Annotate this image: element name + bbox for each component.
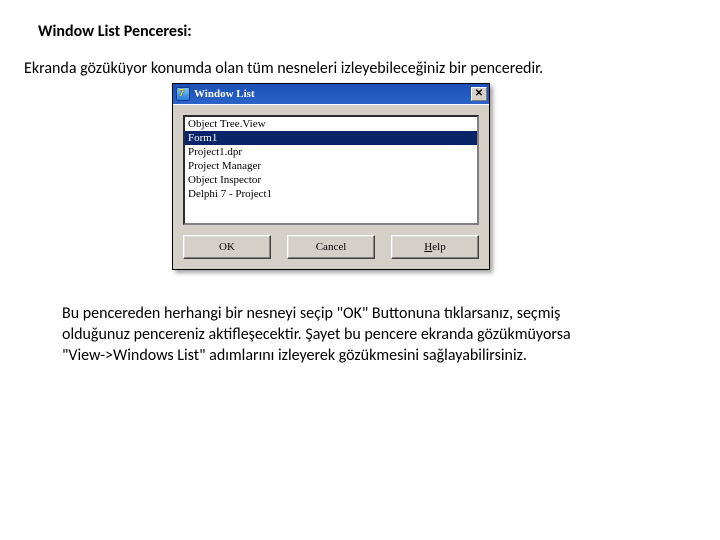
list-item[interactable]: Object Inspector [185, 173, 477, 187]
app-icon [176, 87, 190, 101]
intro-paragraph: Ekranda gözüküyor konumda olan tüm nesne… [24, 59, 696, 79]
close-button[interactable]: ✕ [471, 87, 487, 101]
section-heading: Window List Penceresi: [38, 22, 696, 41]
list-item[interactable]: Project Manager [185, 159, 477, 173]
footer-line: "View->Windows List" adımlarını izleyere… [62, 346, 682, 367]
cancel-button[interactable]: Cancel [287, 235, 375, 259]
footer-line: olduğunuz pencereniz aktifleşecektir. Şa… [62, 325, 682, 346]
help-button[interactable]: Help [391, 235, 479, 259]
window-list-dialog: Window List ✕ Object Tree.View Form1 Pro… [172, 83, 490, 270]
footer-line: Bu pencereden herhangi bir nesneyi seçip… [62, 304, 682, 325]
footer-paragraph: Bu pencereden herhangi bir nesneyi seçip… [62, 304, 682, 366]
window-listbox[interactable]: Object Tree.View Form1 Project1.dpr Proj… [183, 115, 479, 225]
list-item[interactable]: Form1 [185, 131, 477, 145]
help-rest: elp [432, 241, 445, 253]
ok-button[interactable]: OK [183, 235, 271, 259]
list-item[interactable]: Delphi 7 - Project1 [185, 187, 477, 201]
dialog-client-area: Object Tree.View Form1 Project1.dpr Proj… [173, 104, 489, 269]
list-item[interactable]: Object Tree.View [185, 117, 477, 131]
list-item[interactable]: Project1.dpr [185, 145, 477, 159]
titlebar: Window List ✕ [173, 84, 489, 104]
button-row: OK Cancel Help [183, 235, 479, 259]
window-title: Window List [194, 87, 471, 101]
